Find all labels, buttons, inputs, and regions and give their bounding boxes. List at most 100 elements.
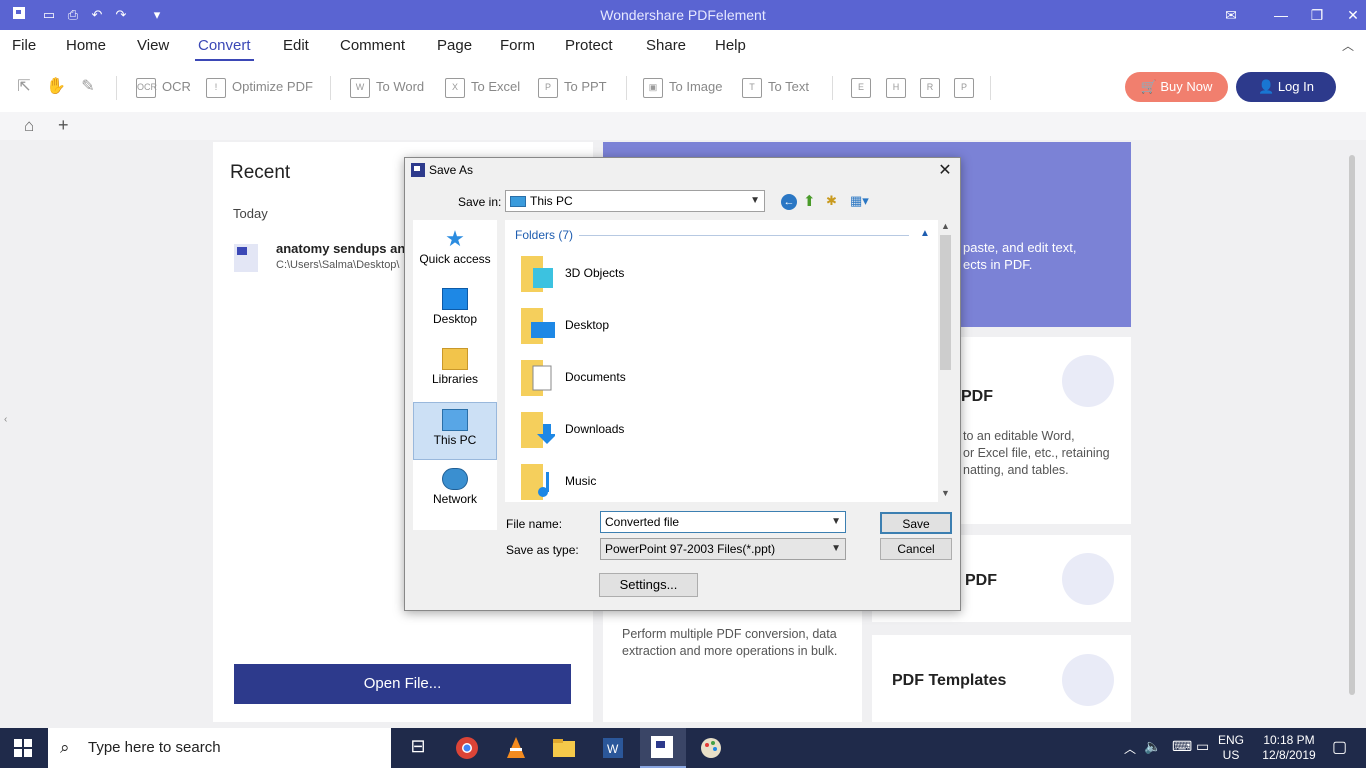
collapse-group-icon[interactable]: ▲ xyxy=(920,228,930,239)
dialog-title: Save As xyxy=(429,163,474,177)
place-libraries[interactable]: Libraries xyxy=(413,342,497,400)
menu-home[interactable]: Home xyxy=(66,30,106,62)
menu-edit[interactable]: Edit xyxy=(283,30,309,62)
menu-help[interactable]: Help xyxy=(715,30,746,62)
downloads-folder-icon xyxy=(519,406,557,452)
show-hidden-icons-icon[interactable]: ︿ xyxy=(1124,740,1136,757)
close-button[interactable]: ✕ xyxy=(1330,0,1366,30)
network-status-icon[interactable]: ⌨ xyxy=(1172,738,1192,755)
save-in-label: Save in: xyxy=(458,195,502,209)
menu-page[interactable]: Page xyxy=(437,30,472,62)
place-desktop[interactable]: Desktop xyxy=(413,282,497,340)
taskbar-search[interactable]: ⌕ Type here to search xyxy=(48,728,391,768)
undo-icon[interactable]: ↶ xyxy=(88,6,106,24)
convert-card-title: PDF xyxy=(961,388,993,405)
star-icon: ★ xyxy=(445,226,465,251)
to-text-button[interactable]: T To Text xyxy=(742,76,809,98)
mail-icon[interactable]: ✉ xyxy=(1208,0,1254,30)
recent-file-name[interactable]: anatomy sendups and xyxy=(276,241,404,256)
pdfelement-taskbar-item[interactable] xyxy=(640,728,686,768)
language-indicator[interactable]: ENG US xyxy=(1218,733,1244,763)
collapse-left-icon[interactable]: ‹ xyxy=(4,414,7,425)
optimize-pdf-button[interactable]: ! Optimize PDF xyxy=(206,76,313,98)
menu-protect[interactable]: Protect xyxy=(565,30,613,62)
new-folder-icon[interactable]: ✱ xyxy=(826,193,837,209)
file-explorer-icon[interactable] xyxy=(552,736,578,760)
cancel-button[interactable]: Cancel xyxy=(880,538,952,560)
computer-icon xyxy=(442,409,468,431)
vlc-icon[interactable] xyxy=(504,736,530,760)
dialog-close-button[interactable]: ✕ xyxy=(933,160,957,180)
file-name-field[interactable]: Converted file ▼ xyxy=(600,511,846,533)
hand-tool-icon[interactable]: ✋ xyxy=(46,76,72,98)
pc-icon xyxy=(510,196,526,208)
up-folder-icon[interactable]: ⬆ xyxy=(803,192,816,210)
folder-item[interactable]: Downloads xyxy=(519,406,919,456)
menu-share[interactable]: Share xyxy=(646,30,686,62)
settings-button[interactable]: Settings... xyxy=(599,573,698,597)
pdfelement-icon xyxy=(411,163,425,177)
notifications-icon[interactable]: ▢ xyxy=(1332,737,1347,757)
folder-item[interactable]: Documents xyxy=(519,354,919,404)
to-ppt-button[interactable]: P To PPT xyxy=(538,76,607,98)
home-tab-icon[interactable]: ⌂ xyxy=(24,116,34,136)
save-icon[interactable]: ▭ xyxy=(40,6,58,24)
3d-objects-folder-icon xyxy=(519,250,555,296)
clock[interactable]: 10:18 PM 12/8/2019 xyxy=(1256,733,1322,763)
redo-icon[interactable]: ↷ xyxy=(112,6,130,24)
to-pdfa-icon[interactable]: P xyxy=(954,76,980,98)
scroll-up-icon[interactable]: ▲ xyxy=(941,221,950,231)
save-as-type-select[interactable]: PowerPoint 97-2003 Files(*.ppt) ▼ xyxy=(600,538,846,560)
to-word-button[interactable]: W To Word xyxy=(350,76,424,98)
task-view-icon[interactable]: ⊟ xyxy=(405,736,431,760)
ocr-button[interactable]: OCR OCR xyxy=(136,76,191,98)
edit-tool-icon[interactable]: ✎ xyxy=(78,76,104,98)
collapse-ribbon-icon[interactable]: ︿ xyxy=(1342,30,1354,62)
optimize-icon: ! xyxy=(206,77,226,98)
main-scrollbar[interactable] xyxy=(1349,155,1355,695)
place-this-pc[interactable]: This PC xyxy=(413,402,497,460)
chevron-down-icon: ▼ xyxy=(750,195,760,206)
select-tool-icon[interactable]: ⇱ xyxy=(14,76,40,98)
scroll-down-icon[interactable]: ▼ xyxy=(941,488,950,498)
create-card-icon xyxy=(1062,553,1114,605)
menu-form[interactable]: Form xyxy=(500,30,535,62)
word-icon[interactable]: W xyxy=(601,736,627,760)
volume-icon[interactable]: 🔈 xyxy=(1144,738,1161,755)
menu-comment[interactable]: Comment xyxy=(340,30,405,62)
save-button[interactable]: Save xyxy=(880,512,952,534)
folder-item[interactable]: Music xyxy=(519,458,919,502)
to-rtf-icon[interactable]: R xyxy=(920,76,946,98)
chrome-icon[interactable] xyxy=(455,736,481,760)
back-icon[interactable]: ← xyxy=(781,194,797,210)
to-html-icon[interactable]: H xyxy=(886,76,912,98)
place-quick-access[interactable]: ★ Quick access xyxy=(413,222,497,280)
view-menu-icon[interactable]: ▦▾ xyxy=(850,193,869,209)
buy-now-button[interactable]: 🛒 Buy Now xyxy=(1125,72,1228,102)
save-in-combo[interactable]: This PC ▼ xyxy=(505,190,765,212)
battery-icon[interactable]: ▭ xyxy=(1196,738,1209,755)
menu-convert[interactable]: Convert xyxy=(195,30,254,61)
print-icon[interactable]: ⎙ xyxy=(64,6,82,24)
paint-icon[interactable] xyxy=(699,736,725,760)
customize-dropdown-icon[interactable]: ▾ xyxy=(148,6,166,24)
folder-item[interactable]: 3D Objects xyxy=(519,250,919,300)
to-epub-icon[interactable]: E xyxy=(851,76,877,98)
open-file-button[interactable]: Open File... xyxy=(234,664,571,704)
ocr-icon: OCR xyxy=(136,77,157,98)
scrollbar-thumb[interactable] xyxy=(940,235,951,370)
folder-item[interactable]: Desktop xyxy=(519,302,919,352)
new-tab-icon[interactable]: + xyxy=(58,115,69,136)
log-in-button[interactable]: 👤 Log In xyxy=(1236,72,1336,102)
convert-card-text: to an editable Word, or Excel file, etc.… xyxy=(963,429,1110,477)
folder-list-scrollbar[interactable]: ▲ ▼ xyxy=(938,220,953,502)
app-logo-icon xyxy=(10,6,28,24)
menu-file[interactable]: File xyxy=(12,30,36,62)
menu-view[interactable]: View xyxy=(137,30,169,62)
user-icon: 👤 xyxy=(1258,79,1278,94)
windows-start-icon[interactable] xyxy=(14,739,32,757)
folders-group-header[interactable]: Folders (7) xyxy=(515,228,573,242)
to-excel-button[interactable]: X To Excel xyxy=(445,76,520,98)
to-image-button[interactable]: ▣ To Image xyxy=(643,76,722,98)
place-network[interactable]: Network xyxy=(413,462,497,520)
